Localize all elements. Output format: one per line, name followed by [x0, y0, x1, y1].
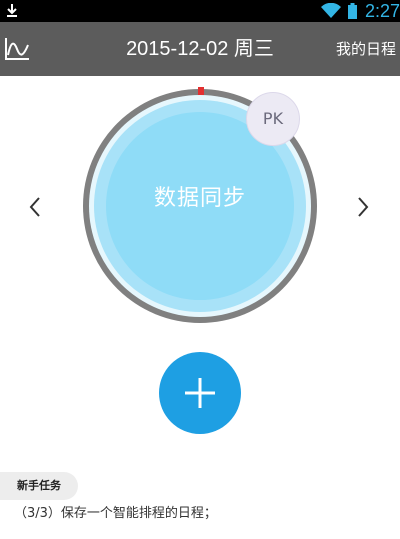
plus-icon	[185, 378, 215, 408]
add-button[interactable]	[159, 352, 241, 434]
app-header: 2015-12-02 周三 我的日程	[0, 22, 400, 76]
battery-icon	[347, 3, 357, 19]
chevron-left-icon[interactable]	[28, 196, 42, 218]
status-bar: 2:27	[0, 0, 400, 22]
status-time: 2:27	[364, 0, 400, 21]
sync-label: 数据同步	[153, 186, 246, 211]
line-chart-icon[interactable]	[4, 37, 30, 61]
novice-task-badge: 新手任务	[0, 472, 78, 500]
wifi-icon	[320, 3, 341, 18]
pk-button[interactable]: PK	[246, 92, 300, 146]
novice-task-text: （3/3）保存一个智能排程的日程；	[14, 506, 217, 521]
download-icon	[7, 4, 17, 17]
chevron-right-icon[interactable]	[356, 196, 370, 218]
my-schedule-link[interactable]: 我的日程	[336, 22, 396, 76]
